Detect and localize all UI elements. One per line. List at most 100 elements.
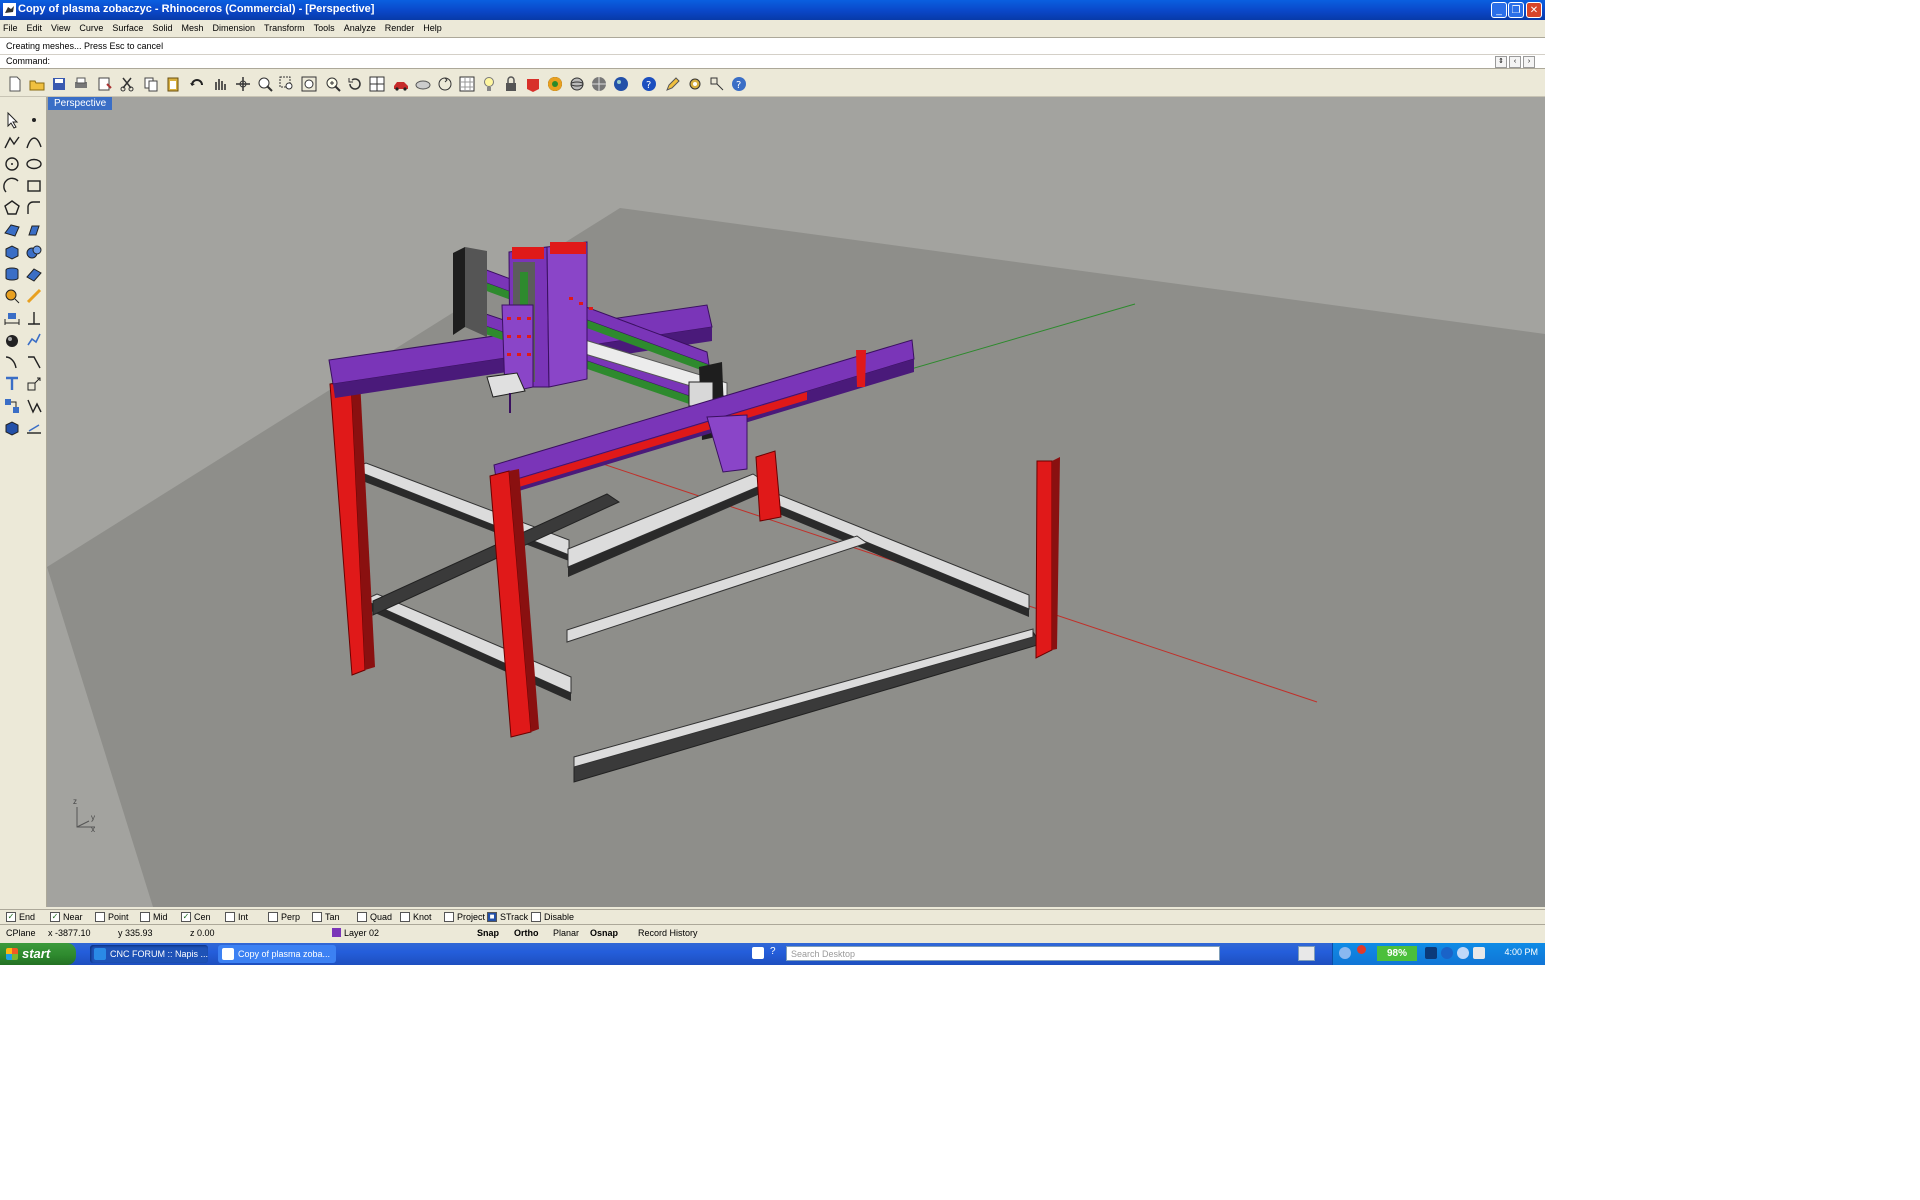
grid-icon[interactable] [458,75,476,93]
viewport-title-tab[interactable]: Perspective [48,97,113,110]
help-icon[interactable]: ? [640,75,658,93]
pencil-icon[interactable] [664,75,682,93]
menu-edit[interactable]: Edit [27,23,43,33]
rectangle-icon[interactable] [25,177,43,195]
osnap-near[interactable]: ✓ Near [50,912,83,922]
ellipse-icon[interactable] [25,155,43,173]
render-icon[interactable] [546,75,564,93]
text-icon[interactable] [3,375,21,393]
osnap-mid[interactable]: Mid [140,912,168,922]
car-icon[interactable] [392,75,410,93]
osnap-perp[interactable]: Perp [268,912,300,922]
lightbulb-icon[interactable] [480,75,498,93]
undo-view-icon[interactable] [346,75,364,93]
menu-view[interactable]: View [51,23,70,33]
mesh-icon[interactable] [590,75,608,93]
osnap-end[interactable]: ✓ End [6,912,35,922]
osnap-strack[interactable]: ■ STrack [487,912,528,922]
paste-icon[interactable] [164,75,182,93]
menu-render[interactable]: Render [385,23,415,33]
security-icon[interactable] [1441,947,1453,959]
history-back-icon[interactable]: ‹ [1509,56,1521,68]
osnap-tan[interactable]: Tan [312,912,340,922]
polyline-icon[interactable] [3,133,21,151]
align-icon[interactable] [25,309,43,327]
properties-icon[interactable] [96,75,114,93]
minimize-button[interactable]: _ [1491,2,1507,18]
print-icon[interactable] [72,75,90,93]
menu-transform[interactable]: Transform [264,23,305,33]
layer-icon[interactable] [524,75,542,93]
start-button[interactable]: start [0,943,76,965]
boolean-icon[interactable] [25,243,43,261]
osnap-icon[interactable] [708,75,726,93]
curve-icon[interactable] [25,133,43,151]
osnap-cen[interactable]: ✓ Cen [181,912,211,922]
osnap-project[interactable]: Project [444,912,485,922]
osnap-point[interactable]: Point [95,912,129,922]
search-dropdown-icon[interactable]: ? [770,946,776,957]
polygon-icon[interactable] [3,199,21,217]
rotate-view-icon[interactable] [234,75,252,93]
zoom-dynamic-icon[interactable] [256,75,274,93]
help-question-icon[interactable]: ? [730,75,748,93]
circle-icon[interactable] [3,155,21,173]
point-icon[interactable] [25,111,43,129]
display-icon[interactable] [1473,947,1485,959]
taskbar-item-browser[interactable]: CNC FORUM :: Napis ... [90,945,208,963]
extrude-icon[interactable] [25,221,43,239]
menu-solid[interactable]: Solid [152,23,172,33]
desktop-search-icon[interactable] [752,947,764,959]
menu-surface[interactable]: Surface [112,23,143,33]
zoom-selected-icon[interactable] [324,75,342,93]
search-desktop-input[interactable]: Search Desktop [786,946,1220,961]
search-go-button[interactable] [1298,946,1315,961]
status-layer[interactable]: Layer 02 [332,928,379,938]
taskbar-item-rhino[interactable]: Copy of plasma zoba... [218,945,336,963]
cut-icon[interactable] [118,75,136,93]
split-icon[interactable] [25,353,43,371]
surface-icon[interactable] [3,221,21,239]
sphere-icon[interactable] [568,75,586,93]
menu-tools[interactable]: Tools [314,23,335,33]
menu-dimension[interactable]: Dimension [212,23,255,33]
zoom-window-icon[interactable] [278,75,296,93]
menu-help[interactable]: Help [423,23,442,33]
menu-mesh[interactable]: Mesh [181,23,203,33]
select-arrow-icon[interactable] [3,111,21,129]
copy-icon[interactable] [142,75,160,93]
gear-icon[interactable] [686,75,704,93]
undo-icon[interactable] [188,75,206,93]
osnap-knot[interactable]: Knot [400,912,432,922]
transform-icon[interactable] [3,287,21,305]
trim-icon[interactable] [3,353,21,371]
scale-icon[interactable] [25,375,43,393]
scroll-updown-icon[interactable]: ⇕ [1495,56,1507,68]
network-icon[interactable] [1425,947,1437,959]
extend-icon[interactable] [25,419,43,437]
alert-badge-icon[interactable] [1357,945,1366,954]
new-icon[interactable] [6,75,24,93]
toggle-snap[interactable]: Snap [477,928,499,938]
four-viewports-icon[interactable] [368,75,386,93]
pan-icon[interactable] [210,75,228,93]
cylinder-icon[interactable] [3,265,21,283]
volume-icon[interactable] [1457,947,1469,959]
light-icon[interactable] [25,287,43,305]
toggle-ortho[interactable]: Ortho [514,928,539,938]
messenger-icon[interactable] [1339,947,1351,959]
dimension-icon[interactable] [3,309,21,327]
toggle-osnap[interactable]: Osnap [590,928,618,938]
toggle-planar[interactable]: Planar [553,928,579,938]
osnap-disable[interactable]: Disable [531,912,574,922]
zoom-extents-icon[interactable] [300,75,318,93]
settings-icon[interactable] [612,75,630,93]
analyze-icon[interactable] [25,331,43,349]
close-button[interactable]: ✕ [1526,2,1542,18]
lock-icon[interactable] [502,75,520,93]
history-forward-icon[interactable]: › [1523,56,1535,68]
save-icon[interactable] [50,75,68,93]
solid-tools-icon[interactable] [3,419,21,437]
restore-button[interactable]: ❐ [1508,2,1524,18]
box-icon[interactable] [3,243,21,261]
